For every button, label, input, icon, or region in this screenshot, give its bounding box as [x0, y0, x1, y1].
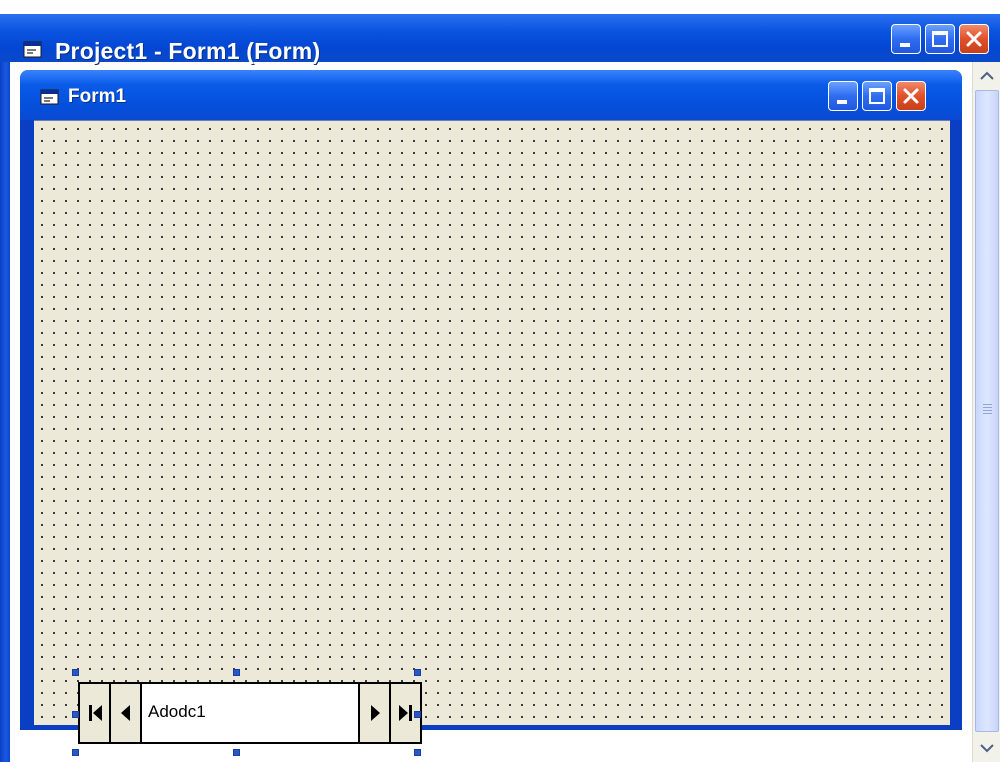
resize-handle-w[interactable]	[72, 711, 79, 718]
minimize-icon	[837, 100, 847, 104]
close-icon	[966, 31, 982, 47]
move-next-icon	[371, 705, 380, 721]
adodc-control[interactable]: Adodc1	[78, 682, 422, 744]
resize-handle-n[interactable]	[233, 669, 240, 676]
resize-handle-ne[interactable]	[414, 669, 421, 676]
close-button[interactable]	[959, 24, 989, 54]
move-next-button[interactable]	[358, 684, 389, 742]
form-icon	[40, 89, 59, 105]
minimize-button[interactable]	[891, 24, 921, 54]
chevron-up-icon	[980, 71, 994, 80]
resize-handle-s[interactable]	[233, 749, 240, 756]
thumb-grip	[983, 410, 992, 411]
thumb-grip	[983, 407, 992, 408]
scroll-down-button[interactable]	[975, 736, 999, 760]
form-window[interactable]: Form1 Adodc1	[20, 70, 962, 756]
window-frame-left	[0, 62, 10, 762]
vertical-scrollbar[interactable]	[972, 62, 1000, 762]
form-maximize-button[interactable]	[862, 81, 892, 111]
form-titlebar[interactable]: Form1	[20, 70, 962, 120]
move-previous-icon	[121, 705, 130, 721]
maximize-button[interactable]	[925, 24, 955, 54]
designer-window: Project1 - Form1 (Form) Form1 Adodc1	[0, 0, 1000, 762]
move-previous-button[interactable]	[111, 684, 142, 742]
scroll-up-button[interactable]	[975, 64, 999, 88]
thumb-grip	[983, 404, 992, 405]
thumb-grip	[983, 413, 992, 414]
maximize-icon	[869, 88, 885, 104]
designer-titlebar[interactable]: Project1 - Form1 (Form)	[0, 14, 1000, 64]
resize-handle-sw[interactable]	[72, 749, 79, 756]
form-design-surface[interactable]: Adodc1	[34, 120, 950, 756]
maximize-icon	[932, 31, 948, 47]
adodc-caption: Adodc1	[148, 702, 206, 721]
form-title: Form1	[68, 86, 127, 107]
chevron-down-icon	[980, 744, 994, 753]
designer-title: Project1 - Form1 (Form)	[55, 38, 321, 64]
form-minimize-button[interactable]	[828, 81, 858, 111]
move-first-button[interactable]	[80, 684, 111, 742]
resize-handle-e[interactable]	[414, 711, 421, 718]
minimize-icon	[900, 43, 910, 47]
resize-handle-se[interactable]	[414, 749, 421, 756]
move-first-icon	[89, 705, 102, 721]
form-close-button[interactable]	[896, 81, 926, 111]
scroll-thumb[interactable]	[975, 90, 999, 732]
close-icon	[903, 88, 919, 104]
resize-handle-nw[interactable]	[72, 669, 79, 676]
form-icon	[23, 41, 42, 58]
